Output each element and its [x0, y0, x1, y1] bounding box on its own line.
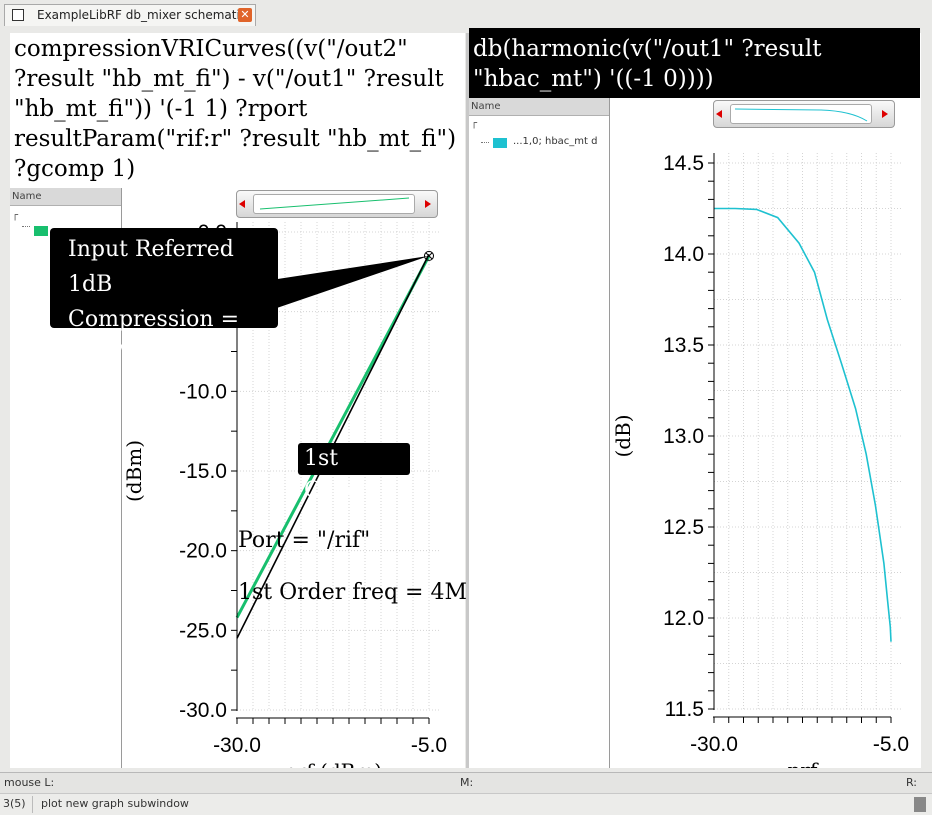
right-zoom-scroller[interactable] — [713, 100, 895, 128]
tree-bracket: ┌ — [471, 118, 478, 129]
y-axis-label: (dBm) — [122, 440, 146, 502]
right-legend-panel: Name ┌ ...1,0; hbac_mt d — [469, 98, 610, 768]
tree-bracket: ┌ — [12, 210, 19, 221]
command-bar: 3(5) plot new graph subwindow — [0, 793, 932, 815]
scroll-right-arrow-icon[interactable] — [882, 110, 888, 118]
scroll-left-arrow-icon[interactable] — [239, 200, 245, 208]
y-tick-label: -15.0 — [179, 460, 227, 483]
scroll-left-arrow-icon[interactable] — [716, 110, 722, 118]
port-text: Port = "/rif" — [238, 528, 371, 553]
mouse-left-status: mouse L: — [4, 776, 55, 789]
expr-line: ?gcomp 1) — [14, 156, 136, 182]
mouse-middle-status: M: — [460, 776, 474, 789]
name-header: Name — [469, 98, 609, 116]
expr-line: compressionVRICurves((v("/out2" — [14, 36, 408, 62]
left-zoom-scroller[interactable] — [236, 190, 438, 218]
left-expression: compressionVRICurves((v("/out2" ?result … — [14, 34, 464, 184]
y-tick-label: 13.5 — [663, 334, 704, 357]
legend-swatch-green[interactable] — [34, 226, 48, 236]
x-tick-label: -30.0 — [213, 734, 261, 757]
expr-line: "hb_mt_fi")) '(-1 1) ?rport — [14, 96, 308, 122]
y-tick-label: 14.0 — [663, 243, 704, 266]
divider — [32, 796, 33, 813]
tab-title: ExampleLibRF db_mixer schematic — [37, 8, 247, 22]
y-tick-label: -25.0 — [179, 619, 227, 642]
scroll-right-arrow-icon[interactable] — [425, 200, 431, 208]
thumb-preview — [734, 108, 868, 122]
thumb-preview — [259, 197, 410, 210]
y-tick-label: 12.0 — [663, 607, 704, 630]
y-tick-label: -10.0 — [179, 380, 227, 403]
tree-line — [481, 142, 489, 143]
legend-entry[interactable]: ...1,0; hbac_mt d — [513, 136, 598, 147]
x-tick-label: -5.0 — [873, 733, 909, 756]
command-message: plot new graph subwindow — [41, 797, 189, 810]
right-chart[interactable]: 14.5 14.0 13.5 13.0 12.5 12.0 11.5 -30.0 -5.0 prf… — [610, 98, 921, 768]
x-tick-label: -5.0 — [411, 734, 447, 757]
y-tick-label: 13.0 — [663, 425, 704, 448]
close-icon[interactable]: ✕ — [238, 8, 252, 22]
graph-window: compressionVRICurves((v("/out2" ?result … — [0, 28, 932, 772]
scroll-thumb[interactable] — [253, 194, 415, 214]
legend-swatch-cyan[interactable] — [493, 138, 507, 148]
resize-grip-icon[interactable] — [914, 797, 926, 812]
right-title-line: "hbac_mt") '((-1 0)))) — [473, 66, 714, 92]
right-chart-ticks: 14.5 14.0 13.5 13.0 12.5 12.0 11.5 -30.0 -5.0 prf… — [611, 152, 909, 768]
compression-label-line: Input Referred 1dB — [68, 237, 234, 297]
y-tick-label: -20.0 — [179, 540, 227, 563]
x-axis-label: prf — [788, 758, 819, 768]
right-chart-grid — [713, 153, 901, 710]
compression-label-line: Compression = — [68, 307, 240, 332]
first-order-label[interactable]: 1st Order — [298, 443, 410, 503]
right-title-line: db(harmonic(v("/out1" ?result — [473, 36, 822, 62]
y-tick-label: 14.5 — [663, 152, 704, 175]
expr-line: ?result "hb_mt_fi") - v("/out1" ?result — [14, 66, 444, 92]
mouse-status-bar: mouse L: M: R: — [0, 772, 932, 793]
pane-splitter[interactable] — [466, 33, 469, 768]
compression-label-line: -6.07102 — [68, 342, 167, 367]
scroll-thumb[interactable] — [730, 104, 872, 124]
x-tick-label: -30.0 — [690, 733, 738, 756]
x-axis-label: prf (dBm) — [284, 759, 382, 768]
compression-label[interactable]: Input Referred 1dB Compression = -6.0710… — [50, 228, 278, 367]
tab-bar: ExampleLibRF db_mixer schematic ✕ — [0, 0, 932, 28]
schematic-icon — [12, 9, 24, 21]
y-tick-label: 12.5 — [663, 516, 704, 539]
mouse-right-status: R: — [906, 776, 918, 789]
freq-text: 1st Order freq = 4M — [238, 580, 467, 605]
tab-schematic[interactable]: ExampleLibRF db_mixer schematic ✕ — [4, 4, 256, 26]
tree-line — [22, 226, 30, 227]
name-header: Name — [10, 188, 121, 206]
right-title-bar[interactable]: db(harmonic(v("/out1" ?result "hbac_mt")… — [469, 28, 920, 98]
expr-line: resultParam("rif:r" ?result "hb_mt_fi") — [14, 126, 457, 152]
y-tick-label: 11.5 — [665, 698, 704, 721]
y-tick-label: -30.0 — [179, 699, 227, 722]
command-count: 3(5) — [3, 797, 26, 810]
y-axis-label: (dB) — [611, 414, 635, 457]
